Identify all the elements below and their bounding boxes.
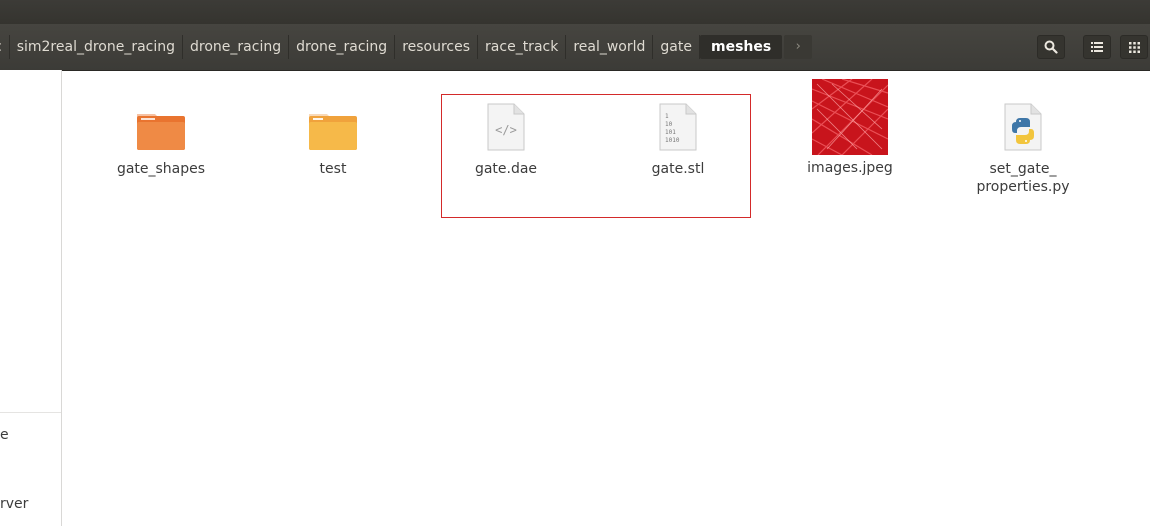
- chevron-right-icon[interactable]: ›: [784, 35, 813, 59]
- svg-text:10: 10: [665, 121, 673, 128]
- python-file-icon: [1004, 103, 1042, 151]
- file-item-images-jpeg[interactable]: images.jpeg: [790, 78, 910, 177]
- grid-view-button[interactable]: [1120, 35, 1148, 59]
- folder-icon: [137, 114, 185, 150]
- sidebar-divider: [0, 412, 61, 413]
- search-icon: [1044, 40, 1058, 54]
- svg-text:1010: 1010: [665, 137, 680, 144]
- breadcrumb-item[interactable]: real_world: [566, 35, 654, 59]
- file-name: gate_shapes: [116, 161, 206, 177]
- breadcrumb-item[interactable]: race_track: [478, 35, 567, 59]
- folder-open-icon: [309, 114, 357, 150]
- xml-file-icon: </>: [487, 103, 525, 151]
- breadcrumb-item[interactable]: gate: [653, 35, 700, 59]
- sidebar-item[interactable]: rver: [0, 496, 28, 512]
- breadcrumb-item[interactable]: resources: [395, 35, 479, 59]
- sidebar: e rver: [0, 70, 62, 526]
- binary-file-icon: 1 10 101 1010: [659, 103, 697, 151]
- file-name: images.jpeg: [807, 160, 893, 176]
- breadcrumb-item[interactable]: drone_racing: [183, 35, 290, 59]
- file-item-set-gate-properties[interactable]: set_gate_ properties.py: [963, 102, 1083, 196]
- file-name: gate.stl: [651, 161, 705, 177]
- file-name: set_gate_ properties.py: [976, 161, 1070, 195]
- file-item-gate-shapes[interactable]: gate_shapes: [101, 108, 221, 178]
- list-view-button[interactable]: [1083, 35, 1111, 59]
- image-thumbnail-icon: [811, 78, 889, 156]
- breadcrumb: c sim2real_drone_racing drone_racing dro…: [0, 35, 813, 59]
- file-item-gate-stl[interactable]: 1 10 101 1010 gate.stl: [618, 102, 738, 178]
- file-item-test[interactable]: test: [273, 108, 393, 178]
- window-title-bar: [0, 0, 1150, 24]
- file-name: test: [319, 161, 347, 177]
- sidebar-item[interactable]: e: [0, 427, 9, 443]
- breadcrumb-item[interactable]: sim2real_drone_racing: [10, 35, 184, 59]
- breadcrumb-current[interactable]: meshes: [699, 35, 783, 59]
- file-name: gate.dae: [474, 161, 538, 177]
- breadcrumb-item[interactable]: c: [0, 35, 10, 59]
- list-view-icon: [1091, 42, 1103, 52]
- file-item-gate-dae[interactable]: </> gate.dae: [446, 102, 566, 178]
- svg-text:1: 1: [665, 113, 669, 120]
- header-bar: c sim2real_drone_racing drone_racing dro…: [0, 24, 1150, 71]
- search-button[interactable]: [1037, 35, 1065, 59]
- svg-text:</>: </>: [495, 123, 517, 137]
- breadcrumb-item[interactable]: drone_racing: [289, 35, 396, 59]
- grid-view-icon: [1128, 41, 1140, 53]
- svg-text:101: 101: [665, 129, 676, 136]
